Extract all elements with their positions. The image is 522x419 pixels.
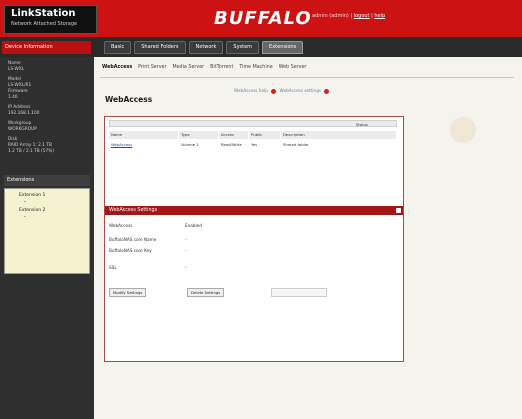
setting-label: SSL (109, 265, 117, 270)
blank-field (271, 288, 327, 297)
setting-value: - (185, 248, 187, 253)
modify-settings-button[interactable]: Modify Settings (109, 288, 147, 297)
extensions-list: Extension 1 ⌄ Extension 2 ⌄ (4, 188, 90, 274)
table-cell-access: Read/Write (221, 142, 242, 147)
info-value: 1.40 (8, 95, 18, 100)
subtab-time-machine[interactable]: Time Machine (239, 65, 272, 70)
help-link-2[interactable]: WebAccess settings (280, 88, 322, 93)
header-links: admin (admin) | logout | help (312, 13, 386, 19)
logo-subtitle: Network Attached Storage (11, 21, 78, 27)
main-content: WebAccess Print Server Media Server BitT… (94, 57, 522, 419)
column-header[interactable]: Type (179, 131, 219, 139)
tab-shared-folders[interactable]: Shared Folders (134, 41, 186, 54)
brand-logo: BUFFALO (214, 8, 312, 29)
help-dot-icon (324, 88, 330, 94)
extension-item[interactable]: Extension 2 (19, 208, 89, 213)
table-cell-name[interactable]: WebAccess (109, 141, 179, 148)
table-cell-public: Yes (251, 142, 258, 147)
product-logo[interactable]: LinkStation Network Attached Storage (4, 5, 97, 34)
setting-value: - (185, 265, 187, 270)
subtab-media-server[interactable]: Media Server (172, 65, 204, 70)
column-header[interactable]: Access (219, 131, 249, 139)
column-header[interactable]: Description (281, 131, 397, 139)
setting-label: BuffaloNAS.com Name (109, 237, 157, 242)
info-value: LS-WXL (8, 67, 25, 72)
logout-link[interactable]: logout (354, 13, 370, 19)
setting-label: BuffaloNAS.com Key (109, 248, 152, 253)
subtab-web-server[interactable]: Web Server (279, 65, 307, 70)
subtab-print-server[interactable]: Print Server (138, 65, 166, 70)
extension-item[interactable]: Extension 1 (19, 193, 89, 198)
extensions-section-title: Extensions (4, 175, 90, 186)
header-bar: LinkStation Network Attached Storage BUF… (0, 0, 522, 37)
webaccess-panel: Status Name Type Access Public Descripti… (104, 116, 404, 362)
decoration (450, 117, 476, 143)
sidebar-title: Device Information (2, 41, 91, 54)
page-title: WebAccess (105, 95, 153, 104)
table-header-bar: Status (109, 120, 397, 127)
info-value: WORKGROUP (8, 127, 37, 132)
app-frame: LinkStation Network Attached Storage BUF… (0, 0, 522, 419)
help-link[interactable]: help (374, 13, 385, 19)
main-tabs: Basic Shared Folders Network System Exte… (104, 41, 306, 54)
table-cell-description: Shared folder (283, 142, 309, 147)
chevron-down-icon: ⌄ (23, 199, 27, 204)
table-cell-type: Volume 1 (181, 142, 199, 147)
tab-extensions[interactable]: Extensions (262, 41, 304, 54)
logo-title: LinkStation (11, 8, 76, 19)
help-dot-icon (271, 88, 277, 94)
sub-tabs: WebAccess Print Server Media Server BitT… (102, 65, 306, 70)
help-links: WebAccess help WebAccess settings (234, 88, 331, 94)
device-info: Name LS-WXL Model LS-WXL/R1 Firmware 1.4… (8, 61, 90, 159)
info-value: 1.2 TB / 2.1 TB (57%) (8, 149, 54, 154)
info-value: 192.168.1.100 (8, 111, 40, 116)
setting-value: - (185, 237, 187, 242)
subtab-bittorrent[interactable]: BitTorrent (210, 65, 233, 70)
column-header[interactable]: Name (109, 131, 179, 139)
divider (100, 77, 514, 78)
tab-network[interactable]: Network (188, 41, 224, 54)
tab-basic[interactable]: Basic (104, 41, 132, 54)
user-text: admin (admin) (312, 13, 349, 19)
column-header[interactable]: Public (249, 131, 281, 139)
delete-settings-button[interactable]: Delete Settings (187, 288, 225, 297)
setting-label: WebAccess (109, 223, 133, 228)
setting-value: Enabled (185, 223, 202, 228)
settings-bar: WebAccess Settings (105, 206, 403, 215)
help-link-1[interactable]: WebAccess help (234, 88, 268, 93)
sidebar: Name LS-WXL Model LS-WXL/R1 Firmware 1.4… (0, 57, 94, 419)
settings-title: WebAccess Settings (109, 208, 158, 213)
tab-system[interactable]: System (226, 41, 260, 54)
subtab-webaccess[interactable]: WebAccess (102, 65, 132, 70)
collapse-icon[interactable] (396, 208, 401, 213)
chevron-down-icon: ⌄ (23, 214, 27, 219)
